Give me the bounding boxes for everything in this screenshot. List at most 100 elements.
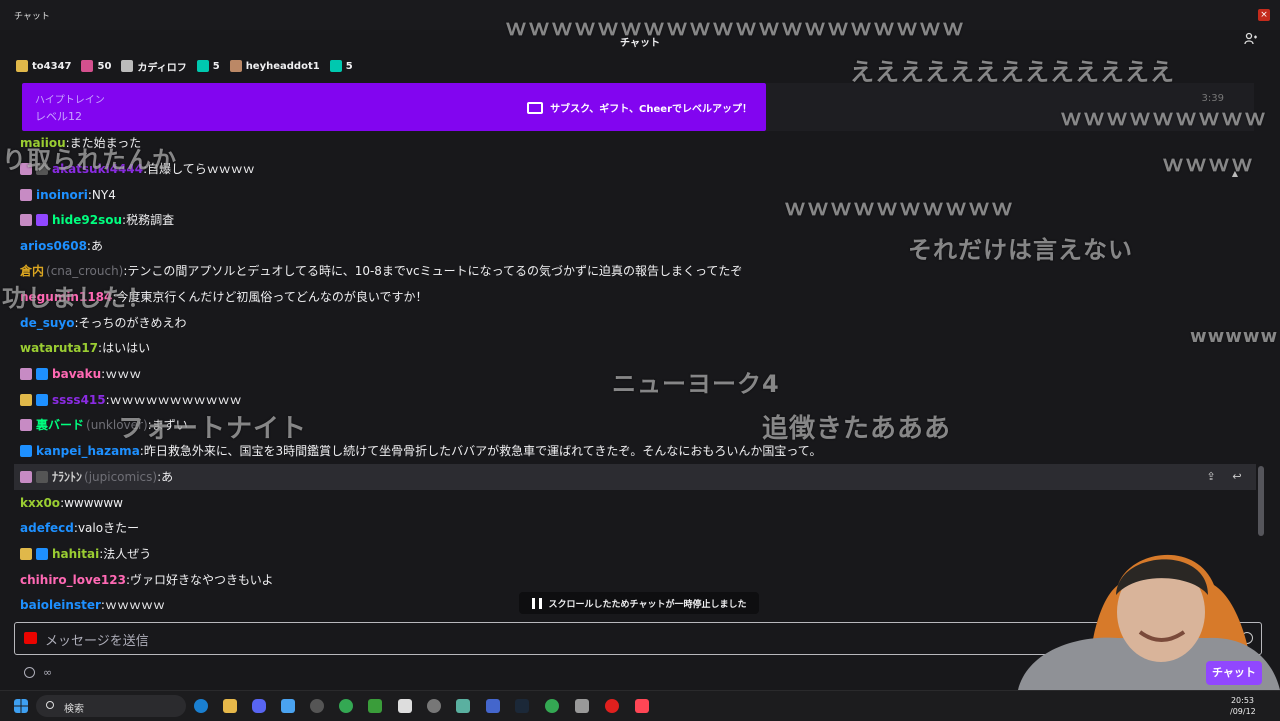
chat-message[interactable]: 倉内 (cna_crouch): テンこの間アプソルとデュオしてる時に、10-8ま… [20,262,742,280]
x-icon[interactable] [398,699,412,713]
chat-username[interactable]: maiiou [20,134,66,152]
chat-message-text: ｗｗｗｗｗ [104,598,165,612]
chat-message[interactable]: negumin1184: 今度東京行くんだけど初風俗ってどんなのが良いですか！ [20,288,427,306]
chat-username[interactable]: arios0608 [20,237,87,255]
chat-username[interactable]: 裏バード [36,416,84,434]
chat-message[interactable]: bavaku: ｗｗｗ [20,365,141,383]
chat-badge-icon[interactable] [36,471,48,483]
app-icon[interactable] [427,699,441,713]
chat-badge-icon[interactable] [20,189,32,201]
chat-badge-icon[interactable] [20,471,32,483]
tool-icon[interactable] [575,699,589,713]
leaderboard-item[interactable]: カディロフ [121,59,187,74]
chat-badge-icon[interactable] [36,368,48,380]
steam-icon[interactable] [515,699,529,713]
gift-icon [196,60,209,72]
chat-title: チャット [620,38,660,49]
obs-icon[interactable] [310,699,324,713]
chat-header: チャット [0,30,1280,52]
windows-start-icon[interactable] [14,699,28,713]
chat-message[interactable]: hide92sou: 税務調査 [20,211,174,229]
chat-message[interactable]: hahitai: 法人ぜう [20,545,151,563]
search-icon [46,701,54,709]
discord-icon[interactable] [252,699,266,713]
leaderboard-item[interactable]: 5 [196,60,220,72]
minecraft-icon[interactable] [368,699,382,713]
chat-username[interactable]: bavaku [52,365,101,383]
chat-badge-icon[interactable] [20,548,32,560]
chrome-icon[interactable] [339,699,353,713]
chat-message[interactable]: baioleinster: ｗｗｗｗｗ [20,596,165,614]
block-icon[interactable] [605,699,619,713]
taskbar-clock[interactable]: 20:53 /09/12 [1230,695,1256,717]
close-button[interactable]: × [1258,9,1270,21]
file-explorer-icon[interactable] [223,699,237,713]
chat-username[interactable]: hide92sou [52,211,122,229]
chat-username[interactable]: kanpei_hazama [36,442,140,460]
chat-username[interactable]: adefecd [20,519,74,537]
chat-message[interactable]: chihiro_love123: ヴァロ好きなやつきもいよ [20,571,274,589]
chat-username[interactable]: de_suyo [20,314,74,332]
taskbar-search[interactable]: 検索 [36,695,186,717]
chat-message[interactable]: ﾅﾗﾝﾄﾝ (jupicomics): あ ⇪ ↩ [14,464,1256,490]
chat-username[interactable]: ﾅﾗﾝﾄﾝ [52,468,82,486]
chat-message[interactable]: akatsuki4444: 自爆してらｗｗｗｗ [20,160,255,178]
launcher-icon[interactable] [456,699,470,713]
chat-message[interactable]: kxx0o: wwwwww [20,494,123,512]
chat-username[interactable]: baioleinster [20,596,101,614]
chat-badge-icon[interactable] [36,214,48,226]
leaderboard-item[interactable]: 50 [81,60,111,72]
chat-badge-icon[interactable] [20,394,32,406]
leaderboard-item[interactable]: to4347 [16,60,71,72]
chat-username[interactable]: ssss415 [52,391,106,409]
chat-badge-icon[interactable] [20,445,32,457]
chat-message[interactable]: ssss415: ｗｗｗｗｗｗｗｗｗｗｗ [20,391,242,409]
chat-username[interactable]: inoinori [36,186,88,204]
chat-message-text: ヴァロ好きなやつきもいよ [130,573,274,587]
chat-username[interactable]: chihiro_love123 [20,571,126,589]
pin-icon[interactable]: ⇪ [1202,468,1220,486]
valorant-icon[interactable] [635,699,649,713]
chat-paused-notice[interactable]: スクロールしたためチャットが一時停止しました [519,592,759,614]
chat-message[interactable]: inoinori: NY4 [20,186,116,204]
chat-message-text: ｗｗｗｗｗｗｗｗｗｗｗ [109,393,242,407]
chat-badge-icon[interactable] [36,548,48,560]
chat-send-button[interactable]: チャット [1206,661,1262,685]
chat-username[interactable]: 倉内 [20,262,44,280]
chat-message[interactable]: arios0608: あ [20,237,103,255]
chat-message[interactable]: de_suyo: そっちのがきめえわ [20,314,187,332]
leaderboard-item-label: 5 [345,60,353,72]
chat-message[interactable]: wataruta17: はいはい [20,339,150,357]
chat-username[interactable]: kxx0o [20,494,60,512]
chat-message-text: テンこの間アプソルとデュオしてる時に、10-8までvcミュートになってるの気づか… [127,264,743,278]
chat-badge-icon[interactable] [36,394,48,406]
chat-message[interactable]: kanpei_hazama: 昨日救急外来に、国宝を3時間鑑賞し続けて坐骨骨折し… [20,442,821,460]
window-icon[interactable] [486,699,500,713]
chat-username[interactable]: hahitai [52,545,99,563]
chat-scrollbar[interactable] [1258,466,1264,536]
chat-badge-icon[interactable] [20,368,32,380]
hype-train-cta[interactable]: サブスク、ギフト、Cheerでレベルアップ！ [527,100,752,115]
gift-icon [16,60,28,72]
chrome-profile-icon[interactable] [545,699,559,713]
leaderboard-item[interactable]: 5 [329,60,353,72]
community-icon[interactable] [1244,32,1258,46]
chat-message-text: 自爆してらｗｗｗｗ [147,162,255,176]
notepad-icon[interactable] [281,699,295,713]
chat-badge-icon[interactable] [20,214,32,226]
chat-username[interactable]: akatsuki4444 [52,160,143,178]
reply-icon[interactable]: ↩ [1228,468,1246,486]
channel-points[interactable]: ∞ [24,666,52,679]
chat-message-text: まずい [151,418,188,432]
chat-badge-icon[interactable] [36,163,48,175]
chat-username[interactable]: wataruta17 [20,339,98,357]
chat-message[interactable]: 裏バード (unklover): まずい [20,416,188,434]
chat-badge-icon[interactable] [20,419,32,431]
hype-train-banner[interactable]: ハイプトレイン レベル12 サブスク、ギフト、Cheerでレベルアップ！ [22,83,766,131]
chat-message[interactable]: maiiou: また始まった [20,134,141,152]
chat-badge-icon[interactable] [20,163,32,175]
edge-icon[interactable] [194,699,208,713]
chat-message[interactable]: adefecd: valoきたー [20,519,139,537]
leaderboard-item[interactable]: heyheaddot1 [229,60,320,72]
chat-username[interactable]: negumin1184 [20,288,112,306]
